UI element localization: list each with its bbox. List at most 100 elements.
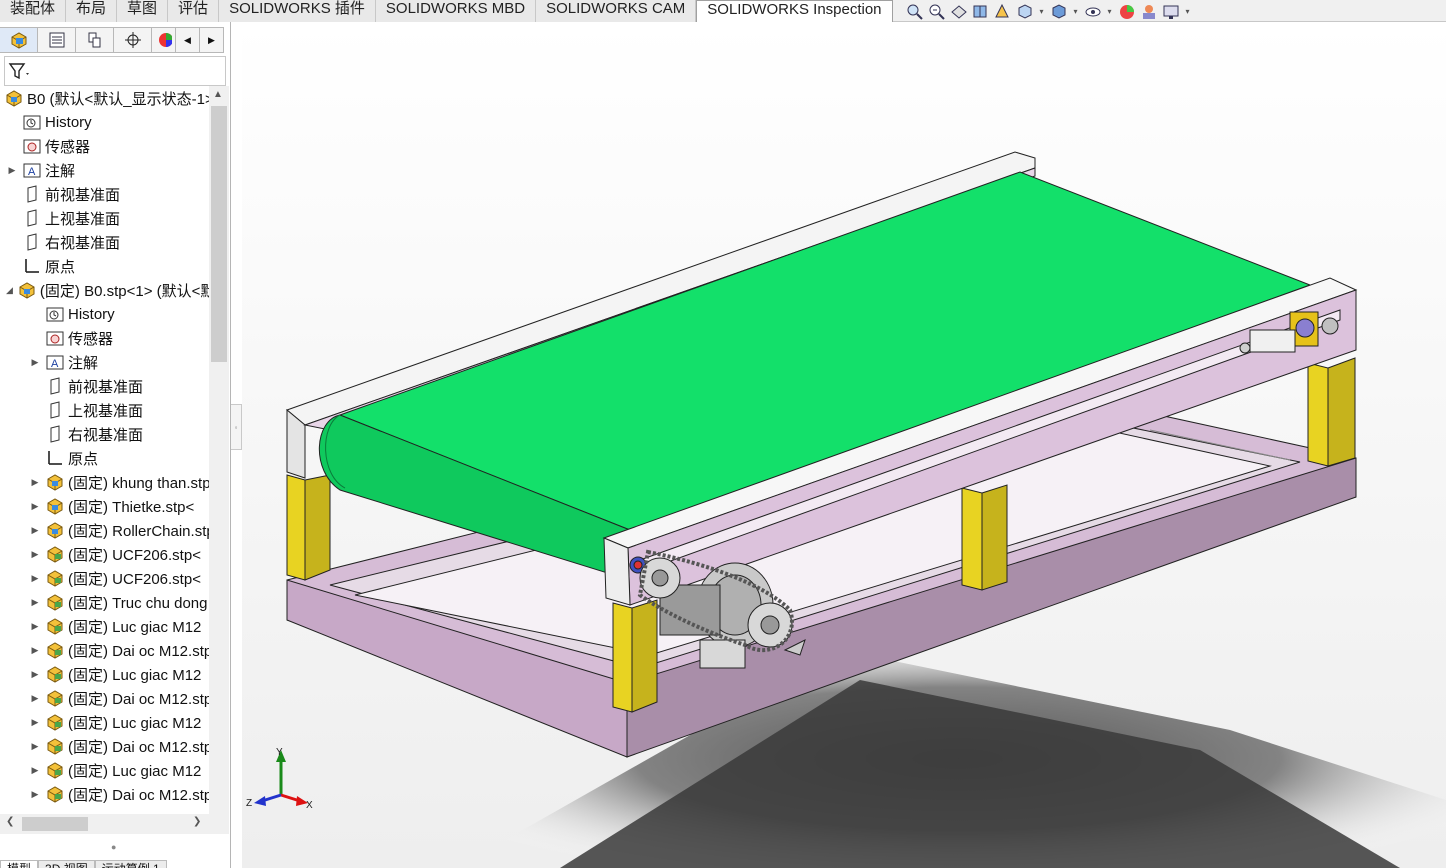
model-tab[interactable]: 模型	[0, 860, 39, 868]
tree-item-label: (固定) Dai oc M12.stp	[68, 786, 209, 804]
tree-item[interactable]: 上视基准面	[6, 206, 209, 230]
tree-item[interactable]: 前视基准面	[6, 182, 209, 206]
tree-item[interactable]: ▶ (固定) UCF206.stp<	[29, 542, 209, 566]
panel-tab-scroll-right[interactable]: ▶	[200, 27, 224, 53]
command-tab[interactable]: 评估	[168, 0, 220, 22]
conveyor-model-view: Y X Z	[242, 22, 1446, 868]
graphics-area[interactable]: Y X Z	[242, 22, 1446, 868]
tree-item[interactable]: ▶ (固定) UCF206.stp<	[29, 566, 209, 590]
tree-item[interactable]: 传感器	[6, 134, 209, 158]
dropdown-arrow-icon[interactable]: ▾	[1183, 7, 1193, 16]
scroll-left-icon[interactable]: ❮	[6, 816, 14, 827]
scroll-thumb[interactable]	[211, 106, 227, 362]
dropdown-arrow-icon[interactable]: ▾	[1105, 7, 1115, 16]
expand-arrow-icon[interactable]: ▶	[29, 524, 41, 536]
tree-item-label: 注解	[68, 354, 99, 372]
expand-arrow-icon[interactable]: ▶	[29, 788, 41, 800]
propertymanager-tab[interactable]	[38, 27, 76, 53]
scroll-thumb-horizontal[interactable]	[22, 817, 88, 831]
command-tab[interactable]: SOLIDWORKS MBD	[375, 0, 537, 22]
tree-item[interactable]: 上视基准面	[29, 398, 209, 422]
tree-item[interactable]: ▶ (固定) Dai oc M12.stp	[29, 686, 209, 710]
scroll-right-icon[interactable]: ❯	[193, 816, 201, 827]
tree-item[interactable]: History	[6, 110, 209, 134]
tree-item[interactable]: ◢ (固定) B0.stp<1> (默认<默认_显示状态-1>)	[6, 278, 209, 302]
tree-item[interactable]: 传感器	[29, 326, 209, 350]
expand-arrow-icon[interactable]: ▶	[29, 572, 41, 584]
expand-arrow-icon[interactable]: ▶	[29, 476, 41, 488]
dropdown-arrow-icon[interactable]: ▾	[1071, 7, 1081, 16]
expand-arrow-icon[interactable]: ▶	[29, 716, 41, 728]
dynamic-annotation-icon[interactable]	[993, 2, 1013, 20]
tree-item[interactable]: ▶ (固定) khung than.stp	[29, 470, 209, 494]
panel-tab-scroll-left[interactable]: ◀	[176, 27, 200, 53]
part-icon	[45, 713, 65, 731]
panel-splitter-handle[interactable]: ●	[111, 842, 116, 852]
displaymanager-tab[interactable]	[152, 27, 176, 53]
command-tab[interactable]: 草图	[117, 0, 169, 22]
tree-item[interactable]: ▶ (固定) Dai oc M12.stp	[29, 638, 209, 662]
tree-item[interactable]: 原点	[6, 254, 209, 278]
expand-arrow-icon[interactable]: ▶	[29, 668, 41, 680]
tree-item[interactable]: ▶ (固定) Truc chu dong	[29, 590, 209, 614]
tree-item[interactable]: ▶ A 注解	[29, 350, 209, 374]
expand-arrow-icon[interactable]: ▶	[29, 548, 41, 560]
expand-arrow-icon[interactable]: ▶	[29, 500, 41, 512]
featuremanager-tree-tab[interactable]	[0, 27, 38, 53]
tree-item[interactable]: ▶ A 注解	[6, 158, 209, 182]
tree-filter[interactable]	[4, 56, 226, 86]
tree-horizontal-scrollbar[interactable]: ❮ ❯	[0, 814, 229, 834]
expand-arrow-icon[interactable]: ▶	[6, 164, 18, 176]
section-view-icon[interactable]	[971, 2, 991, 20]
command-tab[interactable]: SOLIDWORKS 插件	[219, 0, 376, 22]
tree-item[interactable]: ▶ (固定) Luc giac M12	[29, 614, 209, 638]
scroll-up-icon[interactable]: ▲	[213, 89, 223, 100]
tree-item[interactable]: ▶ (固定) RollerChain.stp	[29, 518, 209, 542]
command-tab[interactable]: 装配体	[0, 0, 67, 22]
model-tab[interactable]: 运动算例 1	[94, 860, 167, 868]
zoom-to-fit-icon[interactable]	[905, 2, 925, 20]
part-icon	[45, 617, 65, 635]
apply-scene-icon[interactable]	[1139, 2, 1159, 20]
dropdown-arrow-icon[interactable]: ▾	[1037, 7, 1047, 16]
origin-icon	[22, 257, 42, 275]
expand-arrow-icon[interactable]: ▶	[29, 644, 41, 656]
edit-appearance-icon[interactable]	[1117, 2, 1137, 20]
view-orientation-icon[interactable]	[1015, 2, 1035, 20]
display-style-icon[interactable]	[1049, 2, 1069, 20]
collapse-arrow-icon[interactable]: ◢	[6, 284, 13, 296]
expand-arrow-icon[interactable]: ▶	[29, 620, 41, 632]
tree-item[interactable]: 右视基准面	[29, 422, 209, 446]
tree-item[interactable]: ▶ (固定) Luc giac M12	[29, 758, 209, 782]
expand-arrow-icon[interactable]: ▶	[29, 356, 41, 368]
part-icon	[45, 641, 65, 659]
view-settings-icon[interactable]	[1161, 2, 1181, 20]
dimxpertmanager-tab[interactable]	[114, 27, 152, 53]
tree-item[interactable]: 前视基准面	[29, 374, 209, 398]
model-tab[interactable]: 3D 视图	[38, 860, 95, 868]
command-tab[interactable]: SOLIDWORKS CAM	[536, 0, 697, 22]
command-tab[interactable]: SOLIDWORKS Inspection	[696, 0, 893, 22]
tree-vertical-scrollbar[interactable]: ▲	[209, 86, 229, 814]
subassembly-icon	[45, 521, 65, 539]
tree-item[interactable]: ▶ (固定) Dai oc M12.stp	[29, 734, 209, 758]
tree-item-label: 传感器	[45, 138, 91, 156]
tree-item[interactable]: 右视基准面	[6, 230, 209, 254]
zoom-to-area-icon[interactable]	[927, 2, 947, 20]
hide-show-items-icon[interactable]	[1083, 2, 1103, 20]
tree-item[interactable]: ▶ (固定) Dai oc M12.stp	[29, 782, 209, 806]
tree-item[interactable]: History	[29, 302, 209, 326]
panel-collapse-handle[interactable]: ◦	[231, 404, 242, 450]
configurationmanager-tab[interactable]	[76, 27, 114, 53]
tree-item[interactable]: ▶ (固定) Thietke.stp<	[29, 494, 209, 518]
tree-item[interactable]: ▶ (固定) Luc giac M12	[29, 710, 209, 734]
tree-item[interactable]: 原点	[29, 446, 209, 470]
previous-view-icon[interactable]	[949, 2, 969, 20]
expand-arrow-icon[interactable]: ▶	[29, 596, 41, 608]
expand-arrow-icon[interactable]: ▶	[29, 740, 41, 752]
tree-root[interactable]: B0 (默认<默认_显示状态-1>)	[0, 86, 209, 110]
expand-arrow-icon[interactable]: ▶	[29, 764, 41, 776]
tree-item[interactable]: ▶ (固定) Luc giac M12	[29, 662, 209, 686]
command-tab[interactable]: 布局	[66, 0, 118, 22]
expand-arrow-icon[interactable]: ▶	[29, 692, 41, 704]
